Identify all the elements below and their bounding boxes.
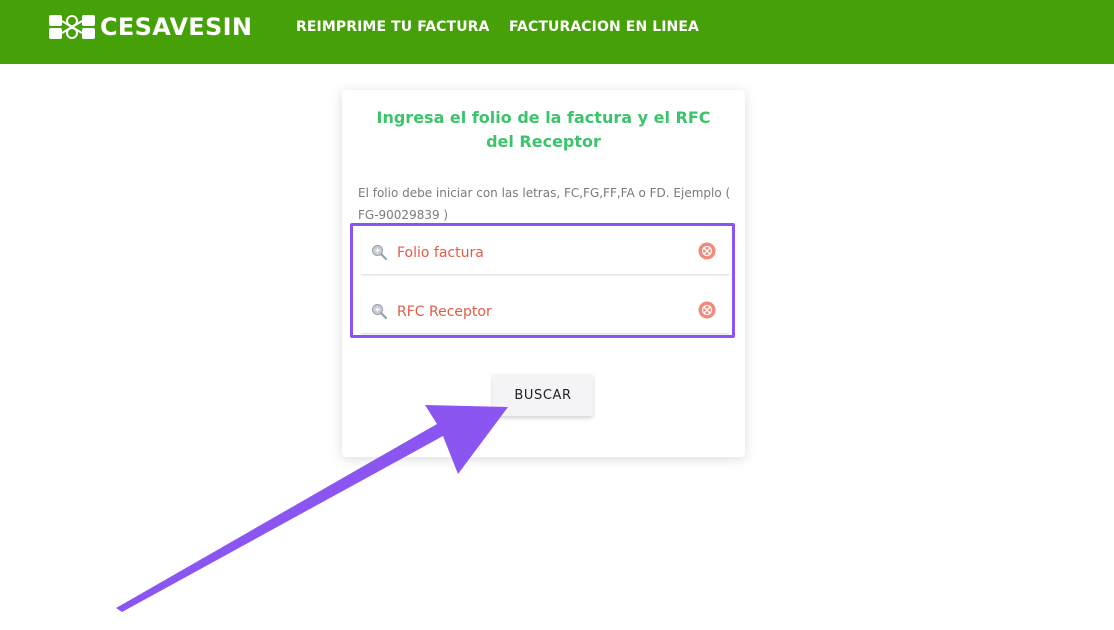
cesavesin-logo-icon <box>49 15 95 39</box>
clear-icon[interactable] <box>698 301 716 319</box>
rfc-field <box>361 290 729 334</box>
rfc-receptor-input[interactable] <box>397 298 687 326</box>
invoice-search-card: Ingresa el folio de la factura y el RFC … <box>342 90 745 457</box>
buscar-button[interactable]: BUSCAR <box>493 374 593 416</box>
clear-icon[interactable] <box>698 242 716 260</box>
folio-factura-input[interactable] <box>397 239 687 267</box>
search-icon <box>372 245 387 260</box>
nav-reimprime-factura[interactable]: REIMPRIME TU FACTURA <box>296 19 490 35</box>
folio-field <box>361 231 729 275</box>
highlighted-fields-box <box>350 223 735 338</box>
brand-name: CESAVESIN <box>100 13 253 41</box>
search-icon <box>372 304 387 319</box>
folio-format-hint: El folio debe iniciar con las letras, FC… <box>358 186 731 222</box>
top-navbar: CESAVESIN REIMPRIME TU FACTURA FACTURACI… <box>0 0 1114 64</box>
brand-logo-link[interactable]: CESAVESIN <box>48 12 252 42</box>
card-title: Ingresa el folio de la factura y el RFC … <box>376 108 711 151</box>
nav-facturacion-en-linea[interactable]: FACTURACION EN LINEA <box>509 19 699 35</box>
